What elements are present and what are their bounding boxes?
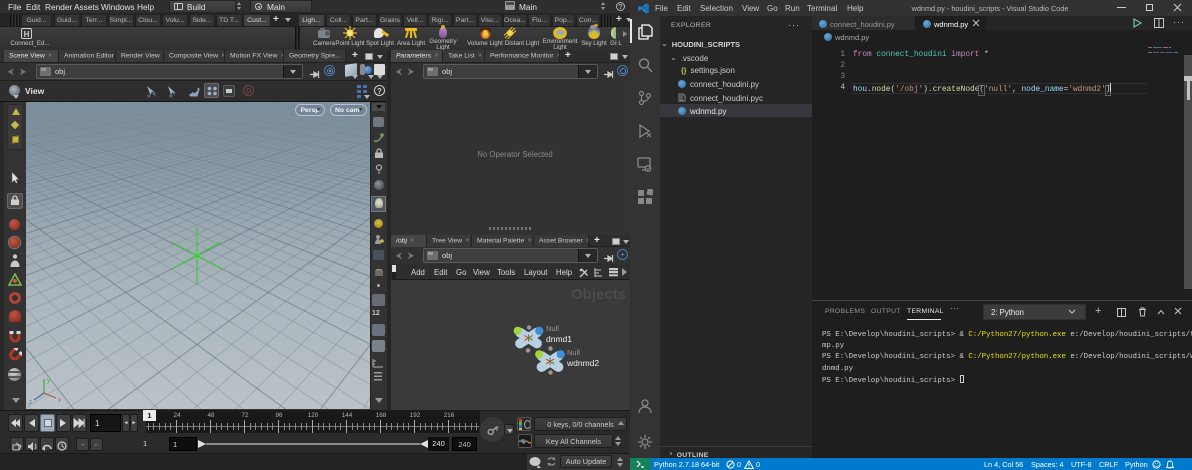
svg-text:y: y bbox=[47, 378, 50, 384]
svg-text:z: z bbox=[29, 400, 32, 406]
svg-text:Null: Null bbox=[567, 348, 580, 357]
svg-text:dnmd1: dnmd1 bbox=[546, 334, 572, 344]
svg-text:Null: Null bbox=[546, 324, 559, 333]
svg-text:wdnmd2: wdnmd2 bbox=[566, 358, 599, 368]
svg-text:x: x bbox=[58, 398, 61, 404]
